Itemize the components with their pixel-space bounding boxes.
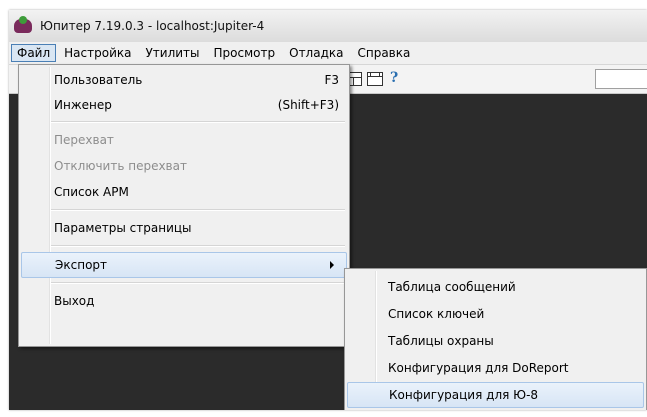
window-title: Юпитер 7.19.0.3 - localhost:Jupiter-4	[40, 19, 265, 33]
menu-utilities[interactable]: Утилиты	[139, 44, 205, 62]
toolbar-field[interactable]	[595, 69, 647, 89]
menu-item-exit[interactable]: Выход	[21, 289, 347, 313]
menu-item-page-setup[interactable]: Параметры страницы	[21, 216, 347, 240]
menu-item-label: Таблицы охраны	[388, 334, 494, 348]
menu-item-label: Экспорт	[55, 258, 108, 272]
menu-item-label: Конфигурация для Ю-8	[389, 388, 539, 402]
menu-item-label: Список ключей	[388, 307, 485, 321]
jupiter-app-icon[interactable]	[13, 16, 33, 36]
export-submenu: Таблица сообщений Список ключей Таблицы …	[344, 268, 647, 410]
menu-item-engineer[interactable]: Инженер (Shift+F3)	[21, 93, 347, 117]
menu-item-shortcut: F3	[324, 73, 339, 87]
menu-item-label: Выход	[54, 294, 95, 308]
menu-separator	[51, 209, 345, 211]
menu-item-label: Список АРМ	[54, 185, 129, 199]
submenu-item-security-tables[interactable]: Таблицы охраны	[347, 329, 644, 353]
menu-item-label: Таблица сообщений	[388, 280, 516, 294]
menu-settings[interactable]: Настройка	[58, 44, 137, 62]
help-icon[interactable]: ?	[390, 70, 398, 86]
menu-item-label: Конфигурация для DoReport	[388, 361, 569, 375]
submenu-arrow-icon	[330, 261, 334, 269]
app-window: Юпитер 7.19.0.3 - localhost:Jupiter-4 Фа…	[9, 10, 647, 410]
menu-item-intercept: Перехват	[21, 128, 347, 152]
menu-item-shortcut: (Shift+F3)	[277, 98, 339, 112]
menu-item-export[interactable]: Экспорт	[21, 252, 347, 278]
submenu-item-keys-list[interactable]: Список ключей	[347, 302, 644, 326]
submenu-item-u8-config[interactable]: Конфигурация для Ю-8	[347, 382, 644, 408]
menu-debug[interactable]: Отладка	[283, 44, 349, 62]
menu-item-arm-list[interactable]: Список АРМ	[21, 180, 347, 204]
submenu-item-messages-table[interactable]: Таблица сообщений	[347, 275, 644, 299]
menu-separator	[51, 282, 345, 284]
menu-help[interactable]: Справка	[351, 44, 416, 62]
menu-separator	[51, 245, 345, 247]
menu-item-label: Отключить перехват	[54, 159, 187, 173]
menu-file[interactable]: Файл	[11, 44, 57, 62]
menu-item-label: Перехват	[54, 133, 114, 147]
menu-bar: Файл Настройка Утилиты Просмотр Отладка …	[9, 42, 647, 65]
menu-item-user[interactable]: Пользователь F3	[21, 68, 347, 92]
menu-item-label: Пользователь	[54, 73, 143, 87]
menu-item-disable-intercept: Отключить перехват	[21, 154, 347, 178]
submenu-item-doreport-config[interactable]: Конфигурация для DoReport	[347, 356, 644, 380]
menu-view[interactable]: Просмотр	[208, 44, 282, 62]
menu-item-label: Параметры страницы	[54, 221, 192, 235]
file-menu: Пользователь F3 Инженер (Shift+F3) Перех…	[18, 64, 350, 347]
menu-separator	[51, 121, 345, 123]
title-bar[interactable]: Юпитер 7.19.0.3 - localhost:Jupiter-4	[9, 10, 647, 42]
menu-item-label: Инженер	[54, 98, 112, 112]
table-view-icon[interactable]	[367, 72, 383, 86]
